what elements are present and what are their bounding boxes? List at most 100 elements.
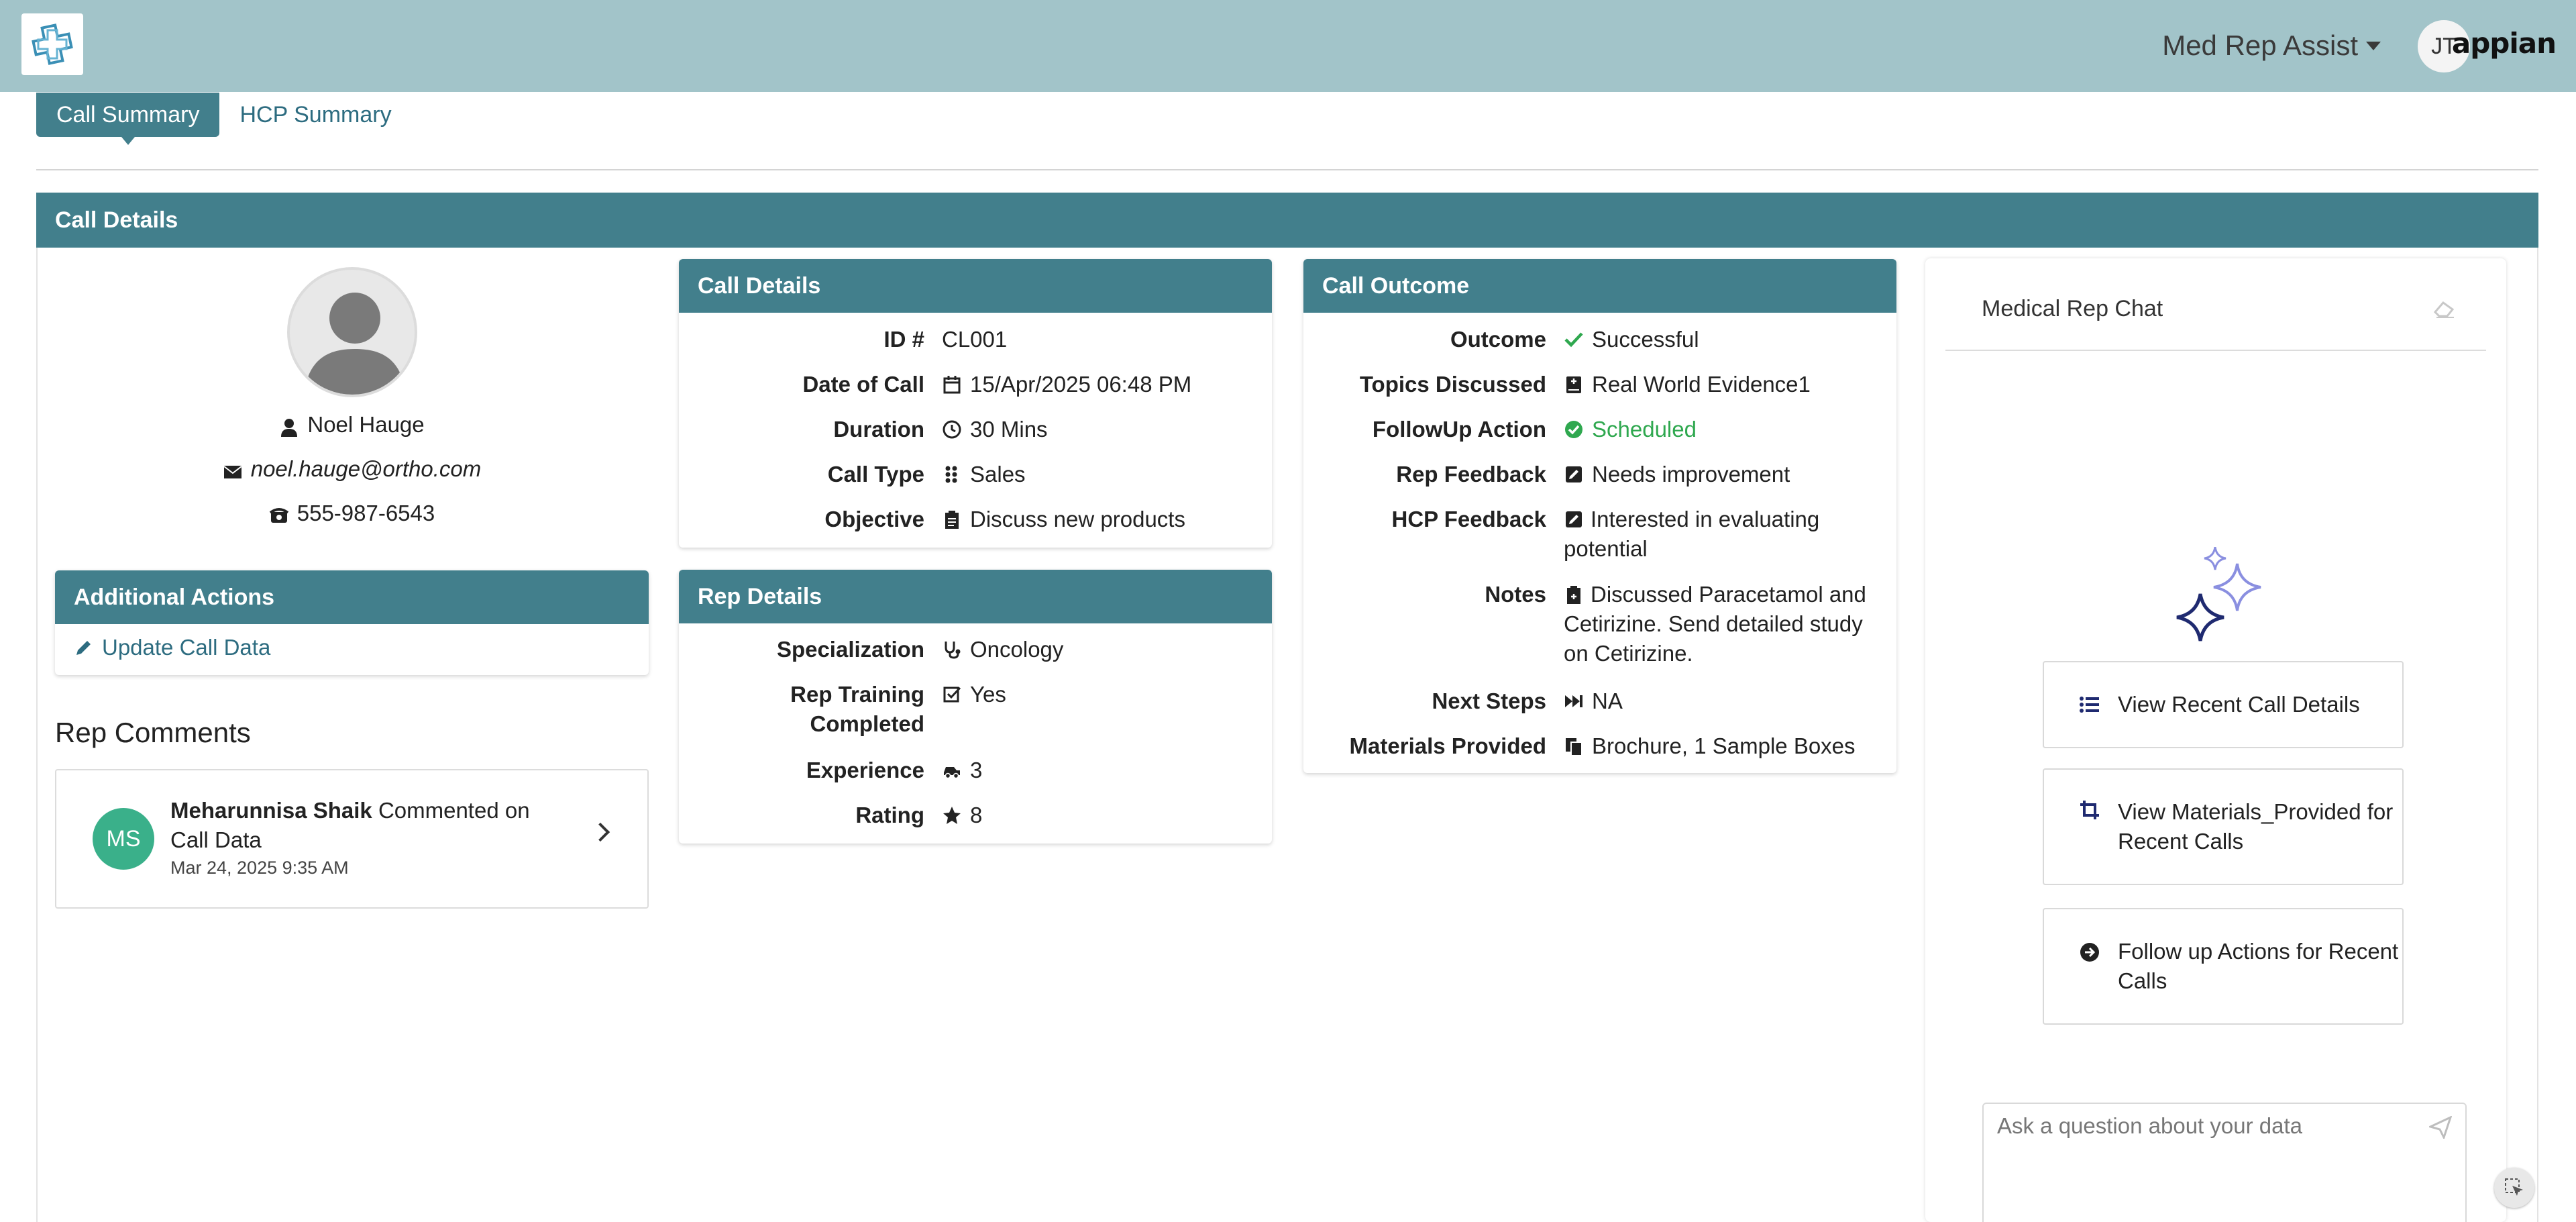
profile-email-row: noel.hauge@ortho.com — [55, 456, 649, 482]
outcome-label: Outcome — [1450, 327, 1546, 352]
topics-row: Topics Discussed Real World Evidence1 — [1303, 370, 1811, 399]
call-outcome-title: Call Outcome — [1303, 259, 1896, 313]
view-recent-call-details-button[interactable]: View Recent Call Details — [2043, 661, 2404, 748]
call-id-label: ID # — [883, 327, 924, 352]
call-duration-value: 30 Mins — [970, 417, 1048, 442]
list-icon — [2080, 697, 2099, 713]
car-icon — [944, 767, 960, 779]
clipboard-icon — [945, 511, 959, 529]
next-steps-value: NA — [1592, 689, 1623, 713]
follow-up-actions-label: Follow up Actions for Recent Calls — [2118, 939, 2399, 993]
chevron-right-icon[interactable] — [590, 822, 610, 842]
update-call-data-link[interactable]: Update Call Data — [74, 635, 270, 660]
app-name: Med Rep Assist — [2162, 30, 2358, 61]
eraser-icon[interactable] — [2432, 299, 2457, 319]
selection-tool-button[interactable] — [2494, 1168, 2534, 1208]
view-materials-button[interactable]: View Materials_Provided for Recent Calls — [2043, 768, 2404, 885]
grid-icon — [945, 466, 957, 483]
followup-label: FollowUp Action — [1372, 417, 1546, 442]
top-bar: Med Rep Assist JT appian — [0, 0, 2576, 92]
profile-name-row: Noel Hauge — [55, 412, 649, 438]
rating-label: Rating — [855, 803, 924, 827]
materials-label: Materials Provided — [1349, 733, 1546, 758]
send-icon[interactable] — [2429, 1116, 2452, 1139]
call-objective-label: Objective — [824, 507, 924, 531]
user-icon — [281, 418, 298, 437]
view-recent-call-details-label: View Recent Call Details — [2118, 692, 2360, 717]
rep-training-row: Rep Training Completed Yes — [679, 680, 1006, 739]
chat-panel: Medical Rep Chat View Recent Call Detail… — [1925, 258, 2506, 1222]
caret-down-icon — [2366, 41, 2381, 50]
followup-value: Scheduled — [1592, 417, 1697, 442]
copy-icon — [1566, 738, 1582, 756]
profile-email[interactable]: noel.hauge@ortho.com — [251, 456, 482, 482]
rep-training-label: Rep Training Completed — [790, 682, 924, 736]
medical-cross-logo-icon[interactable] — [21, 13, 83, 75]
call-date-row: Date of Call 15/Apr/2025 06:48 PM — [679, 370, 1191, 399]
call-type-value: Sales — [970, 462, 1026, 487]
tab-bar: Call Summary HCP Summary — [36, 93, 412, 145]
arrow-circle-right-icon — [2080, 943, 2099, 962]
profile-phone: 555-987-6543 — [297, 501, 435, 525]
hcp-feedback-row: HCP Feedback Interested in evaluating po… — [1303, 505, 1852, 564]
pencil-icon — [76, 641, 91, 655]
section-header: Call Details — [36, 193, 2538, 248]
materials-row: Materials Provided Brochure, 1 Sample Bo… — [1303, 731, 1856, 761]
rep-comments-title: Rep Comments — [55, 717, 251, 748]
comment-date: Mar 24, 2025 9:35 AM — [170, 858, 349, 878]
rating-value: 8 — [970, 803, 983, 827]
outcome-row: Outcome Successful — [1303, 325, 1699, 354]
app-switcher[interactable]: Med Rep Assist — [2162, 26, 2381, 66]
chat-input[interactable]: Ask a question about your data — [1982, 1103, 2467, 1222]
topics-value: Real World Evidence1 — [1592, 372, 1811, 397]
follow-up-actions-button[interactable]: Follow up Actions for Recent Calls — [2043, 908, 2404, 1025]
person-silhouette-icon — [303, 293, 407, 395]
update-call-data-label: Update Call Data — [102, 635, 271, 660]
commenter-avatar: MS — [93, 808, 154, 870]
chat-title: Medical Rep Chat — [1982, 296, 2163, 321]
star-icon — [943, 807, 961, 824]
clipboard-plus-icon — [1567, 586, 1580, 604]
notes-value: Discussed Paracetamol and Cetirizine. Se… — [1564, 582, 1866, 666]
chat-input-placeholder: Ask a question about your data — [1997, 1113, 2302, 1138]
experience-row: Experience 3 — [679, 756, 982, 785]
book-icon — [1566, 376, 1581, 393]
call-date-value: 15/Apr/2025 06:48 PM — [970, 372, 1192, 397]
fast-forward-icon — [1565, 695, 1582, 707]
tab-hcp-summary[interactable]: HCP Summary — [219, 93, 411, 137]
followup-row: FollowUp Action Scheduled — [1303, 415, 1697, 444]
crop-icon — [2080, 801, 2099, 819]
call-type-label: Call Type — [827, 462, 924, 487]
hcp-feedback-value: Interested in evaluating potential — [1564, 507, 1820, 561]
comment-text: Meharunnisa Shaik Commented on Call Data — [170, 796, 573, 855]
experience-value: 3 — [970, 758, 983, 782]
envelope-icon — [223, 465, 242, 478]
call-id-value: CL001 — [942, 327, 1008, 352]
cursor-select-icon — [2505, 1178, 2523, 1196]
topics-label: Topics Discussed — [1359, 372, 1546, 397]
materials-value: Brochure, 1 Sample Boxes — [1592, 733, 1856, 758]
call-objective-value: Discuss new products — [970, 507, 1185, 531]
next-steps-row: Next Steps NA — [1303, 686, 1623, 716]
sparkle-icon — [2176, 547, 2261, 642]
check-circle-icon — [1565, 421, 1582, 438]
clock-icon — [943, 420, 961, 439]
check-square-icon — [943, 686, 961, 703]
notes-row: Notes Discussed Paracetamol and Cetirizi… — [1303, 580, 1872, 668]
comment-author: Meharunnisa Shaik — [170, 798, 372, 823]
call-id-row: ID # CL001 — [679, 325, 1007, 354]
phone-icon — [269, 507, 288, 523]
view-materials-label: View Materials_Provided for Recent Calls — [2118, 799, 2394, 854]
call-details-title: Call Details — [679, 259, 1272, 313]
profile-phone-row: 555-987-6543 — [55, 501, 649, 526]
call-type-row: Call Type Sales — [679, 460, 1026, 489]
comment-card[interactable]: MS Meharunnisa Shaik Commented on Call D… — [55, 769, 649, 909]
notes-label: Notes — [1485, 582, 1546, 607]
hcp-feedback-label: HCP Feedback — [1391, 507, 1546, 531]
profile-name: Noel Hauge — [307, 412, 425, 437]
chat-divider — [1945, 350, 2486, 351]
next-steps-label: Next Steps — [1432, 689, 1546, 713]
tab-call-summary[interactable]: Call Summary — [36, 93, 220, 145]
specialization-value: Oncology — [970, 637, 1064, 662]
rep-details-title: Rep Details — [679, 570, 1272, 623]
